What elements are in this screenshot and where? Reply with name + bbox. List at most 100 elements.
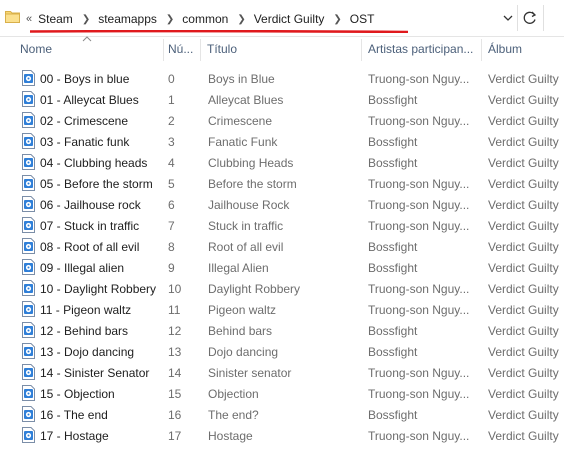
track-artist: Truong-son Nguy... [368, 282, 470, 296]
track-number: 4 [168, 156, 175, 170]
file-row[interactable]: 08 - Root of all evil 8 Root of all evil… [0, 236, 564, 257]
track-number: 0 [168, 72, 175, 86]
track-title: Alleycat Blues [208, 93, 284, 107]
track-title: Stuck in traffic [208, 219, 284, 233]
chevron-right-icon[interactable]: ❯ [166, 14, 174, 25]
track-album: Verdict Guilty [488, 408, 559, 422]
file-name[interactable]: 11 - Pigeon waltz [40, 302, 165, 318]
track-artist: Bossfight [368, 240, 418, 254]
track-artist: Bossfight [368, 93, 418, 107]
file-row[interactable]: 09 - Illegal alien 9 Illegal Alien Bossf… [0, 257, 564, 278]
track-album: Verdict Guilty [488, 387, 559, 401]
file-row[interactable]: 10 - Daylight Robbery 10 Daylight Robber… [0, 278, 564, 299]
breadcrumb-item-steam[interactable]: Steam [38, 12, 73, 26]
chevron-down-icon[interactable] [501, 9, 515, 27]
file-name[interactable]: 16 - The end [40, 407, 165, 423]
file-name[interactable]: 14 - Sinister Senator [40, 365, 165, 381]
file-name[interactable]: 04 - Clubbing heads [40, 155, 165, 171]
audio-file-icon [22, 301, 35, 317]
track-artist: Truong-son Nguy... [368, 387, 470, 401]
breadcrumb-item-common[interactable]: common [182, 12, 228, 26]
file-name[interactable]: 02 - Crimescene [40, 113, 165, 129]
track-number: 8 [168, 240, 175, 254]
breadcrumb-item-steamapps[interactable]: steamapps [98, 12, 157, 26]
file-name[interactable]: 08 - Root of all evil [40, 239, 165, 255]
file-row[interactable]: 15 - Objection 15 Objection Truong-son N… [0, 383, 564, 404]
track-title: Daylight Robbery [208, 282, 301, 296]
column-header-album[interactable]: Álbum [488, 42, 564, 58]
column-divider[interactable] [200, 39, 201, 61]
track-number: 17 [168, 429, 182, 443]
audio-file-icon [22, 112, 35, 128]
file-name[interactable]: 01 - Alleycat Blues [40, 92, 165, 108]
track-album: Verdict Guilty [488, 156, 559, 170]
track-artist: Bossfight [368, 261, 418, 275]
column-header-number[interactable]: Nú... [168, 42, 198, 58]
file-name[interactable]: 10 - Daylight Robbery [40, 281, 165, 297]
file-name[interactable]: 03 - Fanatic funk [40, 134, 165, 150]
column-header: Nome Nú... Título Artistas participan...… [0, 36, 564, 64]
file-row[interactable]: 16 - The end 16 The end? Bossfight Verdi… [0, 404, 564, 425]
file-row[interactable]: 05 - Before the storm 5 Before the storm… [0, 173, 564, 194]
audio-file-icon [22, 280, 35, 296]
track-album: Verdict Guilty [488, 366, 559, 380]
track-artist: Bossfight [368, 156, 418, 170]
track-title: Boys in Blue [208, 72, 275, 86]
chevron-right-icon[interactable]: ❯ [237, 14, 245, 25]
column-header-title[interactable]: Título [207, 42, 357, 58]
file-row[interactable]: 14 - Sinister Senator 14 Sinister senato… [0, 362, 564, 383]
column-divider[interactable] [481, 39, 482, 61]
file-row[interactable]: 04 - Clubbing heads 4 Clubbing Heads Bos… [0, 152, 564, 173]
file-name[interactable]: 12 - Behind bars [40, 323, 165, 339]
track-title: Crimescene [208, 114, 273, 128]
breadcrumb-item-ost[interactable]: OST [350, 12, 375, 26]
audio-file-icon [22, 238, 35, 254]
track-album: Verdict Guilty [488, 219, 559, 233]
file-row[interactable]: 12 - Behind bars 12 Behind bars Bossfigh… [0, 320, 564, 341]
track-album: Verdict Guilty [488, 345, 559, 359]
search-box-edge[interactable] [543, 5, 564, 31]
audio-file-icon [22, 217, 35, 233]
column-header-artists[interactable]: Artistas participan... [368, 42, 480, 58]
file-name[interactable]: 05 - Before the storm [40, 176, 165, 192]
chevron-right-icon[interactable]: ❯ [82, 14, 90, 25]
file-name[interactable]: 09 - Illegal alien [40, 260, 165, 276]
track-artist: Bossfight [368, 408, 418, 422]
track-number: 9 [168, 261, 175, 275]
track-number: 6 [168, 198, 175, 212]
breadcrumb-item-verdict-guilty[interactable]: Verdict Guilty [254, 12, 325, 26]
file-row[interactable]: 17 - Hostage 17 Hostage Truong-son Nguy.… [0, 425, 564, 446]
file-name[interactable]: 00 - Boys in blue [40, 71, 165, 87]
column-header-name[interactable]: Nome [20, 42, 160, 58]
track-number: 16 [168, 408, 182, 422]
divider [517, 5, 518, 31]
track-artist: Truong-son Nguy... [368, 177, 470, 191]
file-name[interactable]: 17 - Hostage [40, 428, 165, 444]
file-row[interactable]: 07 - Stuck in traffic 7 Stuck in traffic… [0, 215, 564, 236]
file-name[interactable]: 15 - Objection [40, 386, 165, 402]
breadcrumb-overflow-button[interactable]: « [26, 13, 32, 25]
track-artist: Bossfight [368, 135, 418, 149]
column-divider[interactable] [361, 39, 362, 61]
file-row[interactable]: 00 - Boys in blue 0 Boys in Blue Truong-… [0, 68, 564, 89]
file-row[interactable]: 06 - Jailhouse rock 6 Jailhouse Rock Tru… [0, 194, 564, 215]
track-album: Verdict Guilty [488, 114, 559, 128]
refresh-icon[interactable] [520, 8, 540, 28]
file-row[interactable]: 02 - Crimescene 2 Crimescene Truong-son … [0, 110, 564, 131]
file-row[interactable]: 13 - Dojo dancing 13 Dojo dancing Bossfi… [0, 341, 564, 362]
audio-file-icon [22, 385, 35, 401]
audio-file-icon [22, 322, 35, 338]
address-bar[interactable]: « Steam ❯ steamapps ❯ common ❯ Verdict G… [0, 0, 564, 37]
file-row[interactable]: 11 - Pigeon waltz 11 Pigeon waltz Truong… [0, 299, 564, 320]
track-album: Verdict Guilty [488, 198, 559, 212]
file-name[interactable]: 13 - Dojo dancing [40, 344, 165, 360]
chevron-right-icon[interactable]: ❯ [333, 14, 341, 25]
track-album: Verdict Guilty [488, 429, 559, 443]
file-row[interactable]: 01 - Alleycat Blues 1 Alleycat Blues Bos… [0, 89, 564, 110]
file-name[interactable]: 07 - Stuck in traffic [40, 218, 165, 234]
red-underline-annotation [30, 30, 408, 33]
file-name[interactable]: 06 - Jailhouse rock [40, 197, 165, 213]
file-row[interactable]: 03 - Fanatic funk 3 Fanatic Funk Bossfig… [0, 131, 564, 152]
column-divider[interactable] [163, 39, 164, 61]
track-number: 5 [168, 177, 175, 191]
